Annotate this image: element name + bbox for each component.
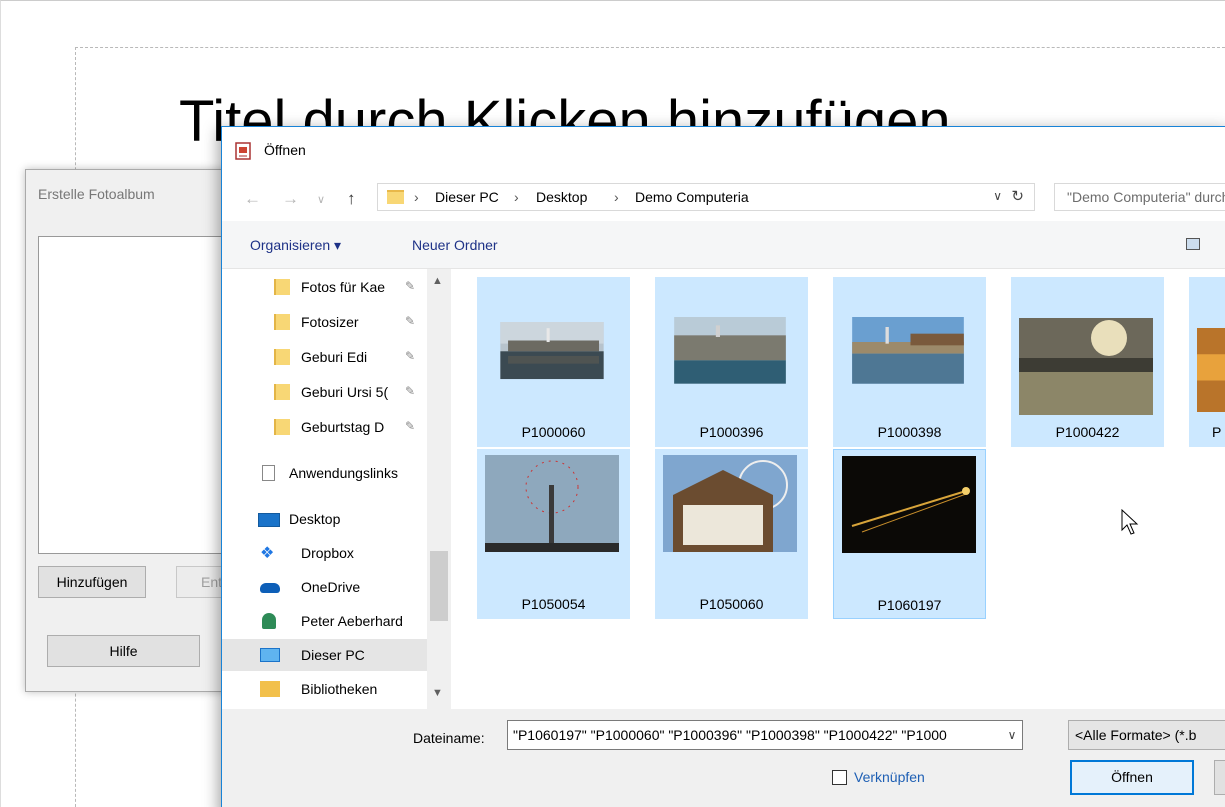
filename-value: "P1060197" "P1000060" "P1000396" "P10003… [513, 727, 947, 743]
file-type-select[interactable]: <Alle Formate> (*.b [1068, 720, 1225, 750]
folder-icon [387, 190, 404, 204]
folder-icon [274, 314, 290, 330]
tree-item-dieser-pc[interactable]: Dieser PC [222, 639, 428, 671]
tree-item-fotos-fuer-kae[interactable]: Fotos für Kae ✎ [222, 271, 428, 303]
desktop-icon [258, 513, 280, 527]
file-thumbnail[interactable]: P1050054 [477, 449, 630, 619]
folder-icon [274, 384, 290, 400]
mouse-cursor-icon [1121, 509, 1139, 535]
new-folder-button[interactable]: Neuer Ordner [412, 237, 498, 253]
recent-dropdown-icon[interactable]: ∨ [317, 193, 325, 206]
pin-icon[interactable]: ✎ [405, 419, 415, 433]
address-dropdown-icon[interactable]: ∨ [993, 189, 1002, 203]
link-checkbox[interactable] [832, 770, 847, 785]
file-thumbnail[interactable]: P1000422 [1011, 277, 1164, 447]
search-input[interactable]: "Demo Computeria" durchsuchen [1054, 183, 1225, 211]
tree-item-dropbox[interactable]: ❖ Dropbox [222, 537, 428, 569]
tree-item-geburtstag[interactable]: Geburtstag D ✎ [222, 411, 428, 443]
file-name: P1000422 [1055, 424, 1120, 440]
file-name: P1000398 [877, 424, 942, 440]
onedrive-icon [260, 583, 280, 593]
refresh-icon[interactable]: ↻ [1011, 187, 1024, 205]
pin-icon[interactable]: ✎ [405, 279, 415, 293]
photo-album-dialog: Erstelle Fotoalbum Hinzufügen Entfernen … [25, 169, 248, 692]
photo-thumbnail [842, 456, 976, 553]
document-icon [235, 142, 251, 160]
album-image-list[interactable] [38, 236, 248, 554]
library-icon [260, 681, 280, 697]
photo-thumbnail [663, 455, 797, 552]
open-file-dialog: Öffnen ← → ∨ ↑ › Dieser PC › Desktop › D… [221, 126, 1225, 807]
link-checkbox-label[interactable]: Verknüpfen [854, 769, 925, 785]
tree-item-fotosizer[interactable]: Fotosizer ✎ [222, 306, 428, 338]
pc-icon [260, 648, 280, 662]
photo-thumbnail [1197, 328, 1225, 412]
pin-icon[interactable]: ✎ [405, 349, 415, 363]
filename-label: Dateiname: [413, 730, 485, 746]
forward-icon[interactable]: → [282, 189, 299, 209]
address-bar[interactable]: › Dieser PC › Desktop › Demo Computeria … [377, 183, 1035, 211]
help-button[interactable]: Hilfe [47, 635, 200, 667]
file-thumbnail[interactable]: P1060197 [833, 449, 986, 619]
up-icon[interactable]: ↑ [347, 189, 356, 209]
photo-thumbnail [852, 317, 964, 384]
photo-thumbnail [500, 322, 604, 380]
back-icon[interactable]: ← [244, 189, 261, 209]
pin-icon[interactable]: ✎ [405, 314, 415, 328]
file-name: P [1212, 424, 1222, 440]
command-bar: Organisieren ▾ Neuer Ordner [222, 221, 1225, 269]
file-thumbnail[interactable]: P [1189, 277, 1225, 447]
navigation-tree: Fotos für Kae ✎ Fotosizer ✎ Geburi Edi ✎ Ge… [222, 269, 452, 709]
tree-item-geburi-edi[interactable]: Geburi Edi ✎ [222, 341, 428, 373]
tree-item-desktop[interactable]: Desktop [222, 503, 428, 535]
tree-item-anwendungslinks[interactable]: Anwendungslinks [222, 457, 428, 489]
file-name: P1050054 [521, 596, 586, 612]
dropbox-icon: ❖ [260, 545, 275, 562]
dialog-footer: Dateiname: "P1060197" "P1000060" "P10003… [222, 709, 1225, 807]
open-button[interactable]: Öffnen [1070, 760, 1194, 795]
photo-thumbnail [1019, 318, 1153, 415]
filename-input[interactable]: "P1060197" "P1000060" "P1000396" "P10003… [507, 720, 1023, 750]
filename-dropdown-icon[interactable]: ∨ [1002, 721, 1022, 749]
file-name: P1000396 [699, 424, 764, 440]
photo-thumbnail [674, 317, 786, 384]
photo-thumbnail [485, 455, 619, 552]
scroll-up-icon[interactable]: ▲ [432, 275, 443, 287]
file-name: P1060197 [877, 597, 942, 613]
folder-icon [274, 279, 290, 295]
cancel-button[interactable] [1214, 760, 1225, 795]
dialog-title: Öffnen [264, 142, 306, 158]
file-name: P1050060 [699, 596, 764, 612]
folder-icon [274, 349, 290, 365]
file-thumbnail[interactable]: P1000060 [477, 277, 630, 447]
breadcrumb-demo-computeria[interactable]: Demo Computeria [635, 189, 749, 205]
view-options-icon[interactable] [1186, 238, 1200, 250]
pin-icon[interactable]: ✎ [405, 384, 415, 398]
navigation-bar: ← → ∨ ↑ › Dieser PC › Desktop › Demo Com… [222, 171, 1225, 221]
organize-button[interactable]: Organisieren ▾ [250, 237, 341, 254]
file-grid: P1000060 P1000396 P1000398 P1000422 P P1… [452, 269, 1225, 709]
user-icon [262, 613, 276, 629]
tree-item-geburi-ursi[interactable]: Geburi Ursi 5(✎ [222, 376, 428, 408]
dialog-titlebar: Öffnen [222, 127, 1225, 171]
tree-item-onedrive[interactable]: OneDrive [222, 571, 428, 603]
breadcrumb-desktop[interactable]: Desktop [536, 189, 587, 205]
breadcrumb-dieser-pc[interactable]: Dieser PC [435, 189, 499, 205]
file-name: P1000060 [521, 424, 586, 440]
add-button[interactable]: Hinzufügen [38, 566, 146, 598]
file-thumbnail[interactable]: P1000396 [655, 277, 808, 447]
scrollbar-thumb[interactable] [430, 551, 448, 621]
file-thumbnail[interactable]: P1000398 [833, 277, 986, 447]
file-thumbnail[interactable]: P1050060 [655, 449, 808, 619]
tree-item-bibliotheken[interactable]: Bibliotheken [222, 673, 428, 705]
tree-item-peter-aeberhard[interactable]: Peter Aeberhard [222, 605, 428, 637]
scroll-down-icon[interactable]: ▼ [432, 687, 443, 699]
folder-icon [274, 419, 290, 435]
tree-scrollbar[interactable]: ▲ ▼ [427, 269, 451, 709]
album-dialog-title: Erstelle Fotoalbum [38, 186, 155, 202]
file-icon [262, 465, 275, 481]
